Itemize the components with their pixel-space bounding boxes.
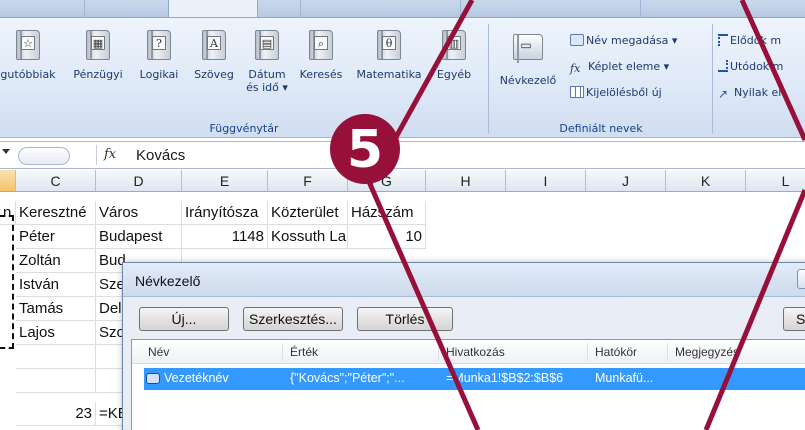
callout-lines [367, 0, 805, 430]
step-marker: 5 [330, 114, 400, 184]
callout-line-right-lower [703, 189, 805, 430]
callout-line-left [367, 0, 481, 430]
callout-line-right [739, 0, 805, 142]
excel-window: ☆ gutóbbiak ▦ Pénzügyi ? Logikai A Szöve… [0, 0, 805, 430]
